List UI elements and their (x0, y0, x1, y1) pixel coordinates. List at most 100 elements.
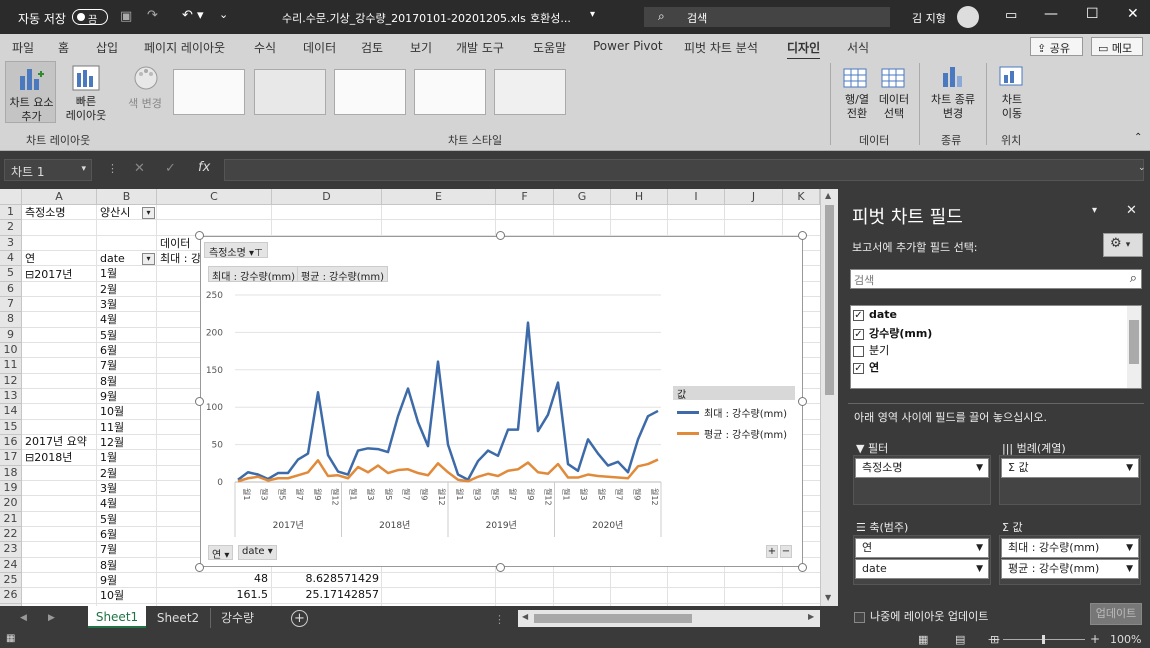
date-filter-dropdown-icon[interactable]: ▾ (142, 253, 155, 265)
row-header[interactable]: 12 (0, 373, 22, 389)
tab-format[interactable]: 서식 (847, 39, 869, 56)
row-header[interactable]: 21 (0, 511, 22, 527)
share-button[interactable]: ⇪ 공유 (1030, 37, 1083, 56)
cell-b1[interactable]: 양산시 (100, 206, 130, 220)
select-data-button[interactable]: 데이터 선택 (876, 63, 912, 123)
row-header[interactable]: 23 (0, 542, 22, 558)
normal-view-icon[interactable]: ▦ (918, 633, 928, 646)
expand-field-icon[interactable]: + (766, 545, 778, 558)
year-2017-summary[interactable]: 2017년 요약 (25, 435, 87, 449)
row-header[interactable]: 19 (0, 480, 22, 497)
axis-item-date[interactable]: date ▼ (855, 559, 989, 579)
tab-home[interactable]: 홈 (58, 39, 69, 56)
avatar[interactable] (957, 6, 979, 28)
scroll-left-icon[interactable]: ◀ (522, 612, 528, 621)
row-header[interactable]: 4 (0, 250, 22, 267)
row-header[interactable]: 15 (0, 419, 22, 435)
month-cell[interactable]: 2월 (100, 283, 117, 297)
cell-c3[interactable]: 데이터 (160, 237, 190, 251)
month-cell[interactable]: 10월 (100, 589, 124, 603)
zoom-in-icon[interactable]: + (1090, 632, 1100, 646)
search-box[interactable]: ⌕ 검색 (644, 7, 890, 27)
chart-style-1[interactable] (173, 69, 245, 115)
values-drop-area[interactable]: 최대 : 강수량(mm) ▼ 평균 : 강수량(mm) ▼ (999, 535, 1141, 585)
sheet-tab-rainfall[interactable]: 강수량 (210, 608, 264, 628)
chart-style-5[interactable] (494, 69, 566, 115)
col-header[interactable]: E (382, 189, 496, 205)
qat-menu-icon[interactable]: ⌄ (219, 8, 228, 21)
filter-item-station[interactable]: 측정소명 ▼ (855, 458, 989, 478)
chart-style-2[interactable] (254, 69, 326, 115)
chart-styles-gallery[interactable] (173, 69, 829, 117)
tab-developer[interactable]: 개발 도구 (456, 39, 504, 56)
tab-formulas[interactable]: 수식 (254, 39, 276, 56)
maximize-icon[interactable]: ☐ (1086, 6, 1099, 22)
resize-handle[interactable] (798, 231, 807, 240)
row-header[interactable]: 8 (0, 312, 22, 328)
row-header[interactable]: 5 (0, 266, 22, 282)
checkbox-year[interactable]: ✓ (853, 362, 864, 374)
defer-update-checkbox[interactable] (854, 611, 865, 623)
undo-icon[interactable]: ↶ ▾ (182, 8, 204, 23)
redo-icon[interactable]: ↷ (147, 8, 158, 23)
row-header[interactable]: 1 (0, 205, 22, 221)
name-box-dropdown-icon[interactable]: ▾ (81, 164, 86, 174)
zoom-slider[interactable] (1003, 635, 1085, 644)
zoom-out-icon[interactable]: — (988, 632, 1000, 646)
row-header[interactable]: 13 (0, 388, 22, 405)
next-sheet-icon[interactable]: ▶ (48, 613, 55, 623)
month-cell[interactable]: 4월 (100, 313, 117, 327)
switch-row-column-button[interactable]: 행/열 전환 (840, 63, 874, 123)
checkbox-date[interactable]: ✓ (853, 309, 864, 321)
tab-page-layout[interactable]: 페이지 레이아웃 (144, 39, 225, 56)
tab-review[interactable]: 검토 (361, 39, 383, 56)
cell-d25[interactable]: 8.628571429 (275, 572, 379, 586)
expand-formula-icon[interactable]: ⌄ (1138, 163, 1146, 173)
tab-design[interactable]: 디자인 (787, 39, 821, 60)
value-item-max[interactable]: 최대 : 강수량(mm) ▼ (1001, 538, 1139, 558)
row-header[interactable]: 9 (0, 327, 22, 343)
col-header[interactable]: F (496, 189, 554, 205)
row-header[interactable]: 18 (0, 465, 22, 481)
cell-d26[interactable]: 25.17142857 (275, 588, 379, 602)
filter-icon[interactable]: ▾ (142, 207, 155, 219)
tab-help[interactable]: 도움말 (533, 39, 566, 56)
tab-pivotchart-analyze[interactable]: 피벗 차트 분석 (684, 39, 758, 56)
row-header[interactable]: 11 (0, 358, 22, 374)
col-header[interactable]: D (272, 189, 382, 205)
cancel-icon[interactable]: ✕ (134, 161, 145, 176)
h-scroll-thumb[interactable] (534, 614, 692, 623)
resize-handle[interactable] (496, 563, 505, 572)
month-cell[interactable]: 3월 (100, 298, 117, 312)
checkbox-rainfall[interactable]: ✓ (853, 328, 864, 340)
ribbon-display-icon[interactable]: ▭ (1005, 8, 1017, 23)
legend-item-values[interactable]: Σ 값 ▼ (1001, 458, 1139, 478)
chart-style-4[interactable] (414, 69, 486, 115)
resize-handle[interactable] (195, 397, 204, 406)
close-icon[interactable]: ✕ (1127, 6, 1139, 22)
month-cell[interactable]: 4월 (100, 497, 117, 511)
col-header[interactable]: A (22, 189, 97, 205)
field-item-year[interactable]: ✓ 연 (853, 359, 879, 375)
comments-button[interactable]: ▭ 메모 (1091, 37, 1143, 56)
resize-handle[interactable] (496, 231, 505, 240)
tab-data[interactable]: 데이터 (303, 39, 336, 56)
sheet-tab-sheet2[interactable]: Sheet2 (150, 608, 206, 628)
month-cell[interactable]: 1월 (100, 267, 117, 281)
add-chart-element-button[interactable]: 차트 요소 추가 (5, 61, 56, 123)
resize-handle[interactable] (798, 563, 807, 572)
scroll-right-icon[interactable]: ▶ (808, 612, 814, 621)
month-cell[interactable]: 6월 (100, 344, 117, 358)
field-list-scroll-thumb[interactable] (1129, 320, 1139, 364)
scroll-up-icon[interactable]: ▲ (825, 191, 831, 200)
value-item-avg[interactable]: 평균 : 강수량(mm) ▼ (1001, 559, 1139, 579)
col-header[interactable]: K (783, 189, 820, 205)
update-button[interactable]: 업데이트 (1090, 603, 1142, 625)
row-header[interactable]: 2 (0, 220, 22, 236)
title-dropdown-icon[interactable]: ▾ (590, 9, 595, 20)
tab-insert[interactable]: 삽입 (96, 39, 118, 56)
vertical-scrollbar[interactable]: ▲ ▼ (820, 189, 838, 606)
month-cell[interactable]: 5월 (100, 329, 117, 343)
cell-c25[interactable]: 48 (200, 572, 268, 586)
scroll-down-icon[interactable]: ▼ (825, 593, 831, 602)
